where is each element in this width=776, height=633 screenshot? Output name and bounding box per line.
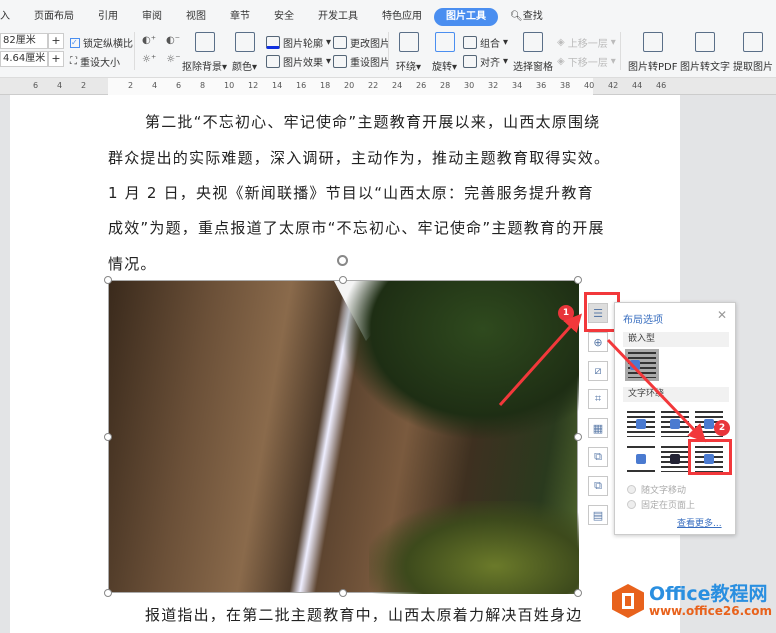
arrow-1 bbox=[498, 313, 583, 407]
office-logo-icon bbox=[612, 584, 644, 618]
watermark-name: Office教程网 bbox=[649, 583, 768, 605]
watermark-logo: Office教程网 www.office26.com bbox=[612, 584, 772, 618]
arrow-2 bbox=[606, 338, 707, 443]
watermark-url: www.office26.com bbox=[649, 604, 773, 618]
annotation-arrows bbox=[498, 313, 707, 443]
